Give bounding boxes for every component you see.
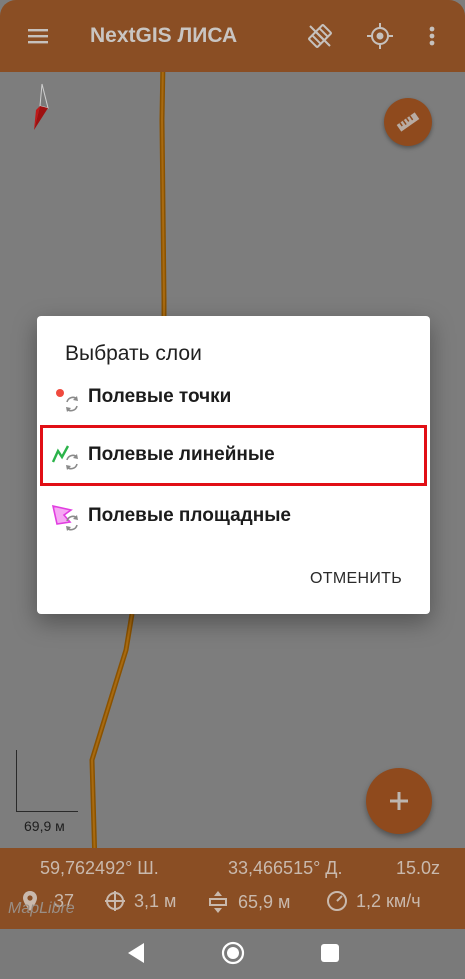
my-location-icon[interactable]: [366, 22, 394, 50]
more-vert-icon[interactable]: [424, 22, 440, 50]
zoom-value: 15.0z: [396, 858, 441, 878]
layer-item-label: Полевые линейные: [88, 444, 275, 465]
altitude-value: 65,9 м: [238, 891, 291, 912]
accuracy-info: 3,1 м: [104, 890, 176, 912]
select-layer-dialog: Выбрать слои Полевые точки Полевые линей…: [37, 316, 430, 614]
ruler-icon: [396, 112, 420, 132]
speed-value: 1,2 км/ч: [356, 890, 421, 911]
ruler-button[interactable]: [384, 98, 432, 146]
plus-icon: [390, 792, 408, 810]
layer-item-label: Полевые точки: [88, 386, 232, 407]
speedometer-icon: [327, 891, 347, 911]
altitude-info: 65,9 м: [206, 890, 290, 914]
system-nav-bar: [0, 929, 465, 979]
compass-icon[interactable]: [28, 80, 52, 136]
layer-item-label: Полевые площадные: [88, 505, 291, 526]
maplibre-attribution[interactable]: MapLibre: [8, 900, 75, 918]
scale-bar: 69,9 м: [14, 748, 84, 838]
layer-item-lines[interactable]: Полевые линейные: [37, 428, 430, 482]
line-layer-icon: [51, 445, 78, 470]
longitude-value: 33,466515° Д.: [228, 858, 343, 878]
crosshair-icon: [105, 891, 125, 911]
recent-apps-icon[interactable]: [321, 944, 339, 962]
app-title: NextGIS ЛИСА: [90, 24, 238, 47]
app-bar: NextGIS ЛИСА: [0, 0, 465, 72]
layer-item-polygons[interactable]: Полевые площадные: [37, 489, 430, 543]
scale-label: 69,9 м: [24, 818, 65, 834]
point-layer-icon: [56, 389, 78, 412]
add-feature-button[interactable]: [366, 768, 432, 834]
scale-bar-line: [16, 750, 78, 812]
accuracy-value: 3,1 м: [134, 890, 177, 911]
dialog-title: Выбрать слои: [65, 342, 202, 365]
gps-off-icon[interactable]: [306, 22, 334, 50]
location-status-bar: 59,762492° Ш. 33,466515° Д. 15.0z 37 3,1…: [0, 848, 465, 929]
latitude-value: 59,762492° Ш.: [40, 858, 159, 878]
speed-info: 1,2 км/ч: [326, 890, 421, 912]
home-icon[interactable]: [221, 941, 245, 965]
layer-item-points[interactable]: Полевые точки: [37, 370, 430, 424]
altitude-icon: [209, 891, 227, 913]
back-icon[interactable]: [126, 942, 146, 964]
cancel-button[interactable]: ОТМЕНИТЬ: [310, 570, 402, 588]
menu-icon[interactable]: [26, 24, 50, 48]
polygon-layer-icon: [51, 504, 78, 531]
